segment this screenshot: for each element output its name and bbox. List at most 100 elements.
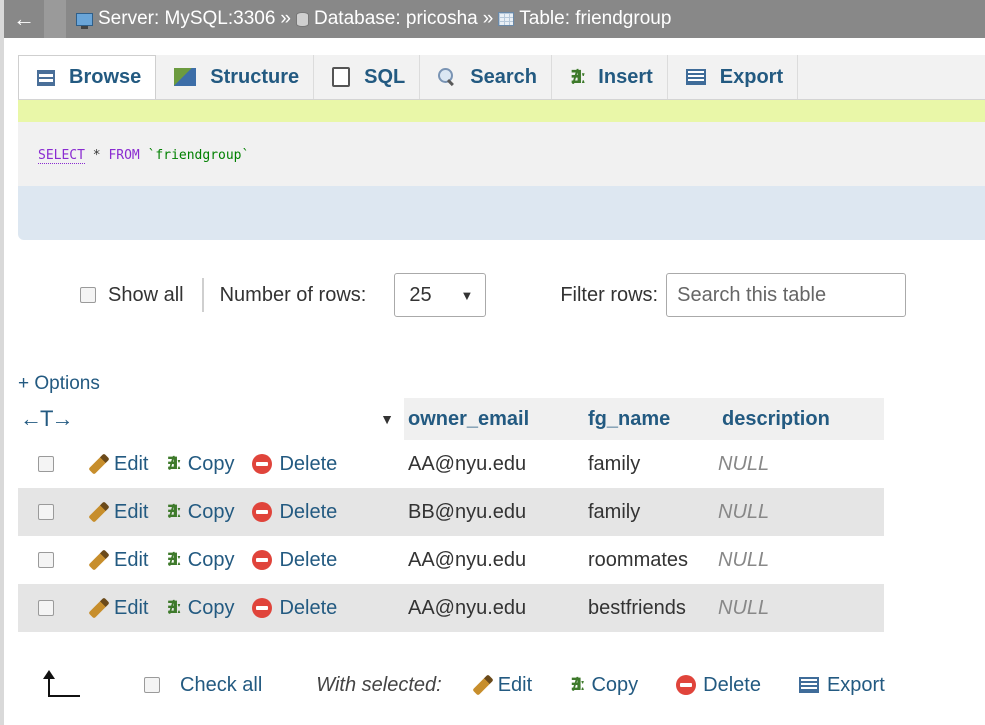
cell-description[interactable]: NULL (714, 440, 884, 488)
rows-label: Number of rows: (219, 283, 367, 306)
check-all-checkbox[interactable] (144, 677, 160, 693)
tab-search-label: Search (470, 65, 537, 88)
column-header-description[interactable]: description (714, 398, 884, 440)
delete-icon (252, 502, 273, 522)
breadcrumb-database[interactable]: Database: pricosha (296, 8, 478, 30)
sql-success-strip (18, 100, 985, 122)
copy-button[interactable]: ∄ː Copy (166, 501, 234, 524)
show-all-toggle[interactable]: Show all (80, 284, 184, 307)
show-all-label: Show all (108, 283, 184, 306)
filter-placeholder: Search this table (677, 283, 827, 306)
filter-input[interactable]: Search this table (666, 273, 907, 317)
cell-fg-name[interactable]: family (580, 488, 714, 536)
cell-fg-name[interactable]: roommates (580, 536, 714, 584)
tab-structure-label: Structure (210, 65, 300, 88)
column-header-owner-email[interactable]: owner_email (404, 398, 580, 440)
show-all-checkbox[interactable] (80, 287, 96, 303)
tab-browse[interactable]: Browse (18, 55, 157, 99)
structure-icon (174, 68, 197, 86)
results-table: ←T→ ▼ owner_email fg_name description Ed… (18, 398, 884, 632)
cell-description[interactable]: NULL (714, 536, 884, 584)
row-checkbox[interactable] (38, 600, 54, 616)
bulk-edit-label: Edit (497, 673, 533, 696)
tab-insert[interactable]: ∄ː Insert (552, 55, 668, 99)
row-checkbox[interactable] (38, 552, 54, 568)
column-header-fg-name[interactable]: fg_name (580, 398, 714, 440)
copy-icon: ∄ː (570, 675, 585, 694)
back-arrow-icon[interactable]: ← (4, 6, 44, 32)
edit-button[interactable]: Edit (88, 549, 148, 572)
delete-label: Delete (279, 548, 338, 571)
edit-label: Edit (114, 548, 149, 571)
options-link[interactable]: + Options (18, 373, 100, 395)
chevron-down-icon: ▼ (460, 287, 474, 303)
pencil-icon (88, 549, 110, 571)
sql-query-panel: SELECT * FROM `friendgroup` (18, 122, 985, 186)
bulk-copy-button[interactable]: ∄ː Copy (570, 674, 638, 697)
row-actions: Edit ∄ː Copy Delete (18, 488, 404, 536)
edit-button[interactable]: Edit (88, 597, 148, 620)
bulk-export-label: Export (826, 673, 885, 696)
column-resize-icon[interactable]: ←T→ (20, 406, 73, 432)
copy-label: Copy (187, 596, 235, 619)
with-selected-label: With selected: (316, 673, 442, 696)
navigation-controls: Show all Number of rows: 25 ▼ Filter row… (18, 262, 985, 328)
column-controls: ←T→ ▼ (18, 398, 404, 440)
row-checkbox[interactable] (38, 504, 54, 520)
sql-query-text: SELECT * FROM `friendgroup` (38, 148, 250, 164)
cell-description[interactable]: NULL (714, 488, 884, 536)
delete-button[interactable]: Delete (252, 501, 337, 524)
tab-export-label: Export (719, 65, 784, 88)
table-row: Edit ∄ː Copy Delete AA@nyu.edu family NUL… (18, 440, 884, 488)
edit-button[interactable]: Edit (88, 453, 148, 476)
insert-icon: ∄ː (570, 66, 586, 87)
tab-export[interactable]: Export (668, 55, 799, 99)
copy-button[interactable]: ∄ː Copy (166, 597, 234, 620)
cell-description[interactable]: NULL (714, 584, 884, 632)
breadcrumb-server-label: Server: MySQL:3306 (98, 8, 276, 29)
cell-owner-email[interactable]: AA@nyu.edu (404, 440, 580, 488)
tab-search[interactable]: Search (420, 55, 552, 99)
bulk-actions-bar: Check all With selected: Edit ∄ː Copy Del… (18, 660, 985, 710)
rows-select[interactable]: 25 ▼ (394, 273, 487, 317)
copy-button[interactable]: ∄ː Copy (166, 549, 234, 572)
delete-button[interactable]: Delete (252, 549, 337, 572)
edit-button[interactable]: Edit (88, 501, 148, 524)
copy-label: Copy (187, 548, 235, 571)
sort-dropdown-icon[interactable]: ▼ (380, 411, 394, 427)
bulk-export-button[interactable]: Export (798, 673, 885, 697)
copy-button[interactable]: ∄ː Copy (166, 453, 234, 476)
bulk-edit-button[interactable]: Edit (472, 674, 532, 697)
check-all-label[interactable]: Check all (180, 674, 262, 697)
delete-icon (252, 598, 273, 618)
rows-select-value: 25 (409, 283, 432, 306)
breadcrumb-table[interactable]: Table: friendgroup (498, 8, 671, 30)
pencil-icon (88, 453, 110, 475)
table-header-row: ←T→ ▼ owner_email fg_name description (18, 398, 884, 440)
bulk-copy-label: Copy (591, 673, 639, 696)
cell-owner-email[interactable]: BB@nyu.edu (404, 488, 580, 536)
cell-owner-email[interactable]: AA@nyu.edu (404, 536, 580, 584)
sql-token: * (84, 148, 109, 163)
row-actions: Edit ∄ː Copy Delete (18, 584, 404, 632)
search-icon (438, 68, 456, 86)
table-row: Edit ∄ː Copy Delete AA@nyu.edu bestfriend… (18, 584, 884, 632)
browse-icon (37, 69, 55, 86)
cell-fg-name[interactable]: bestfriends (580, 584, 714, 632)
bulk-delete-button[interactable]: Delete (676, 674, 761, 697)
cell-fg-name[interactable]: family (580, 440, 714, 488)
delete-button[interactable]: Delete (252, 597, 337, 620)
tab-structure[interactable]: Structure (156, 55, 315, 99)
delete-label: Delete (279, 596, 338, 619)
row-actions: Edit ∄ː Copy Delete (18, 440, 404, 488)
cell-owner-email[interactable]: AA@nyu.edu (404, 584, 580, 632)
table-row: Edit ∄ː Copy Delete AA@nyu.edu roommates … (18, 536, 884, 584)
sql-keyword-select[interactable]: SELECT (38, 148, 85, 164)
delete-button[interactable]: Delete (252, 453, 337, 476)
server-icon (76, 12, 93, 29)
export-icon (798, 677, 819, 693)
tab-sql[interactable]: SQL (314, 55, 421, 99)
row-checkbox[interactable] (38, 456, 54, 472)
sql-table-name: `friendgroup` (139, 148, 250, 163)
breadcrumb-server[interactable]: Server: MySQL:3306 (76, 8, 275, 30)
